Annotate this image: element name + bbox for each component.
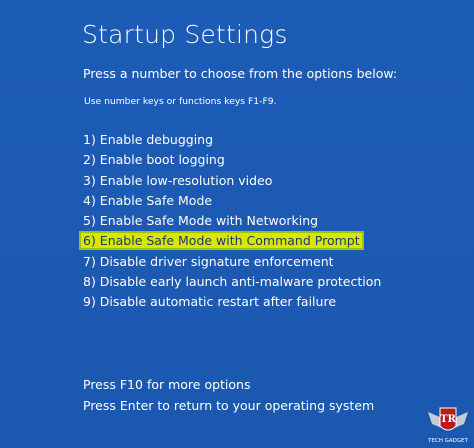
option-enable-debugging[interactable]: 1) Enable debugging [83, 130, 381, 150]
startup-settings-screen: Startup Settings Press a number to choos… [0, 0, 474, 448]
logo-caption: TECH GADGET [427, 438, 469, 444]
option-label: 1) Enable debugging [83, 132, 214, 147]
option-safe-mode-networking[interactable]: 5) Enable Safe Mode with Networking [83, 211, 381, 231]
option-label: 5) Enable Safe Mode with Networking [83, 213, 319, 229]
option-disable-driver-signature-enforcement[interactable]: 7) Disable driver signature enforcement [83, 252, 381, 272]
option-label: 9) Disable automatic restart after failu… [83, 294, 337, 310]
option-label: 7) Disable driver signature enforcement [83, 253, 334, 269]
tech-gadget-logo: TR TECH GADGET [427, 407, 469, 444]
option-enable-boot-logging[interactable]: 2) Enable boot logging [83, 150, 381, 170]
logo-monogram: TR [440, 414, 456, 425]
option-label: 2) Enable boot logging [83, 152, 225, 168]
option-enable-low-resolution-video[interactable]: 3) Enable low-resolution video [83, 171, 381, 191]
instruction-text: Press a number to choose from the option… [83, 66, 398, 81]
options-list: 1) Enable debugging 2) Enable boot loggi… [81, 130, 381, 313]
option-label: 4) Enable Safe Mode [83, 192, 213, 208]
page-title: Startup Settings [82, 20, 288, 49]
option-disable-early-launch-anti-malware[interactable]: 8) Disable early launch anti-malware pro… [83, 272, 381, 292]
option-label: 8) Disable early launch anti-malware pro… [83, 274, 382, 290]
option-label: 6) Enable Safe Mode with Command Prompt [81, 233, 362, 249]
option-safe-mode-command-prompt[interactable]: 6) Enable Safe Mode with Command Prompt [81, 231, 381, 251]
more-options-text[interactable]: Press F10 for more options [83, 374, 374, 395]
footer: Press F10 for more options Press Enter t… [83, 374, 374, 416]
option-label: 3) Enable low-resolution video [83, 172, 273, 188]
option-enable-safe-mode[interactable]: 4) Enable Safe Mode [83, 191, 381, 211]
option-disable-automatic-restart[interactable]: 9) Disable automatic restart after failu… [83, 292, 381, 312]
return-to-os-text[interactable]: Press Enter to return to your operating … [83, 395, 374, 416]
hint-text: Use number keys or functions keys F1-F9. [84, 96, 277, 107]
